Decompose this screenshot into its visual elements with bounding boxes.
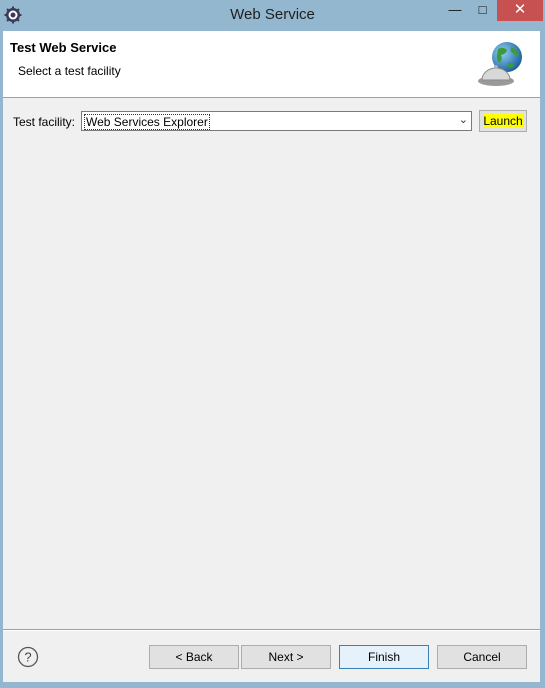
dialog-content: Test Web Service Select a test facility … [3,31,540,682]
page-subtitle: Select a test facility [18,64,121,78]
test-facility-label: Test facility: [13,115,76,129]
launch-button-label: Launch [483,114,523,128]
maximize-button[interactable]: □ [469,0,496,21]
page-title: Test Web Service [10,40,117,55]
close-button[interactable]: ✕ [497,0,543,21]
svg-text:?: ? [24,650,31,665]
wizard-banner: Test Web Service Select a test facility [3,31,540,98]
chevron-down-icon[interactable]: ⌄ [459,113,468,126]
globe-bell-icon [478,42,522,86]
cancel-button[interactable]: Cancel [437,645,527,669]
title-bar[interactable]: Web Service — □ ✕ [0,0,545,31]
help-icon[interactable]: ? [17,646,39,668]
footer-divider [3,629,540,631]
finish-button[interactable]: Finish [339,645,429,669]
test-facility-dropdown[interactable]: Web Services Explorer ⌄ [81,111,472,131]
next-button[interactable]: Next > [241,645,331,669]
dialog-window: Web Service — □ ✕ Test Web Service Selec… [0,0,545,688]
back-button[interactable]: < Back [149,645,239,669]
minimize-button[interactable]: — [441,0,469,21]
launch-button[interactable]: Launch [479,110,527,132]
test-facility-value: Web Services Explorer [84,114,210,130]
